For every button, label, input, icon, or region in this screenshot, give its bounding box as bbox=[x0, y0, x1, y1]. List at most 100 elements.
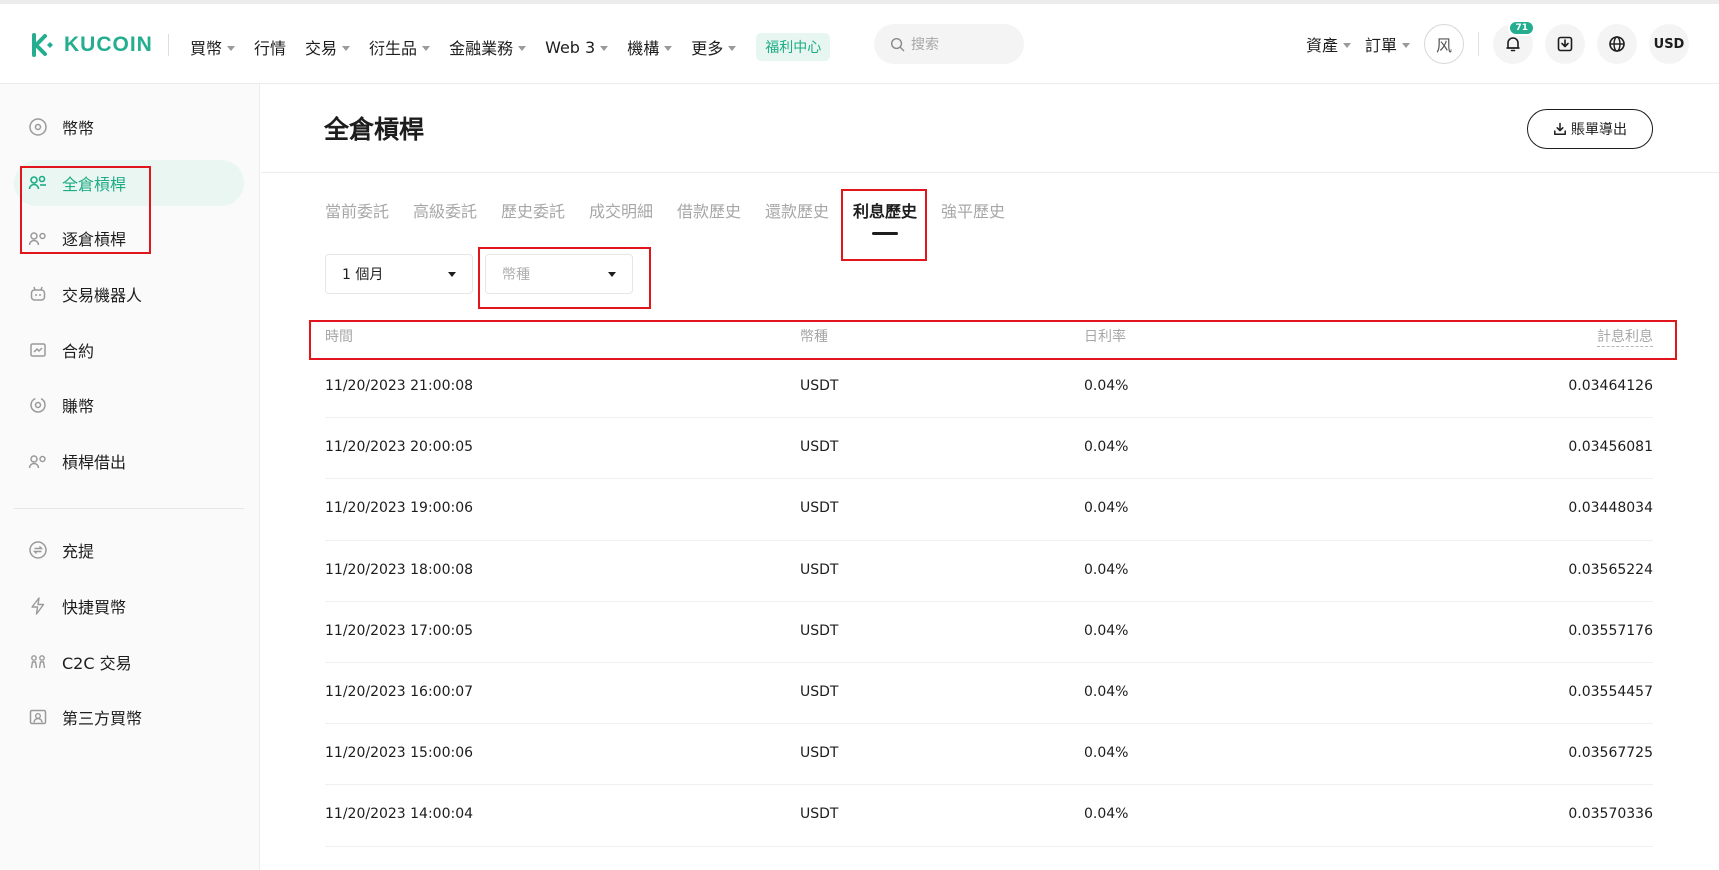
tab-advanced-orders[interactable]: 高級委託 bbox=[413, 198, 477, 222]
nav-item-markets[interactable]: 行情 bbox=[254, 35, 286, 59]
tab-interest-history[interactable]: 利息歷史 bbox=[853, 198, 917, 222]
sidebar-item-fast-buy[interactable]: 快捷買幣 bbox=[14, 583, 244, 629]
interest-table-body: 11/20/2023 21:00:08 USDT 0.04% 0.0346412… bbox=[325, 357, 1653, 847]
avatar[interactable]: 风 bbox=[1424, 24, 1464, 64]
lightning-icon bbox=[31, 597, 45, 615]
assets-label: 資產 bbox=[1305, 36, 1338, 55]
sidebar-item-label: 逐倉槓桿 bbox=[62, 230, 127, 249]
logo-text: KUCOIN bbox=[64, 33, 153, 56]
header-right: 資產 訂單 风 71 USD bbox=[1306, 20, 1689, 64]
cell-daily-rate: 0.04% bbox=[1084, 745, 1129, 762]
cell-interest: 0.03570336 bbox=[1568, 806, 1653, 823]
table-row: 11/20/2023 21:00:08 USDT 0.04% 0.0346412… bbox=[325, 357, 1653, 419]
logo-divider bbox=[168, 34, 169, 56]
kucoin-logo-icon bbox=[32, 33, 53, 57]
cell-time: 11/20/2023 17:00:05 bbox=[325, 622, 474, 639]
table-row: 11/20/2023 19:00:06 USDT 0.04% 0.0344803… bbox=[325, 479, 1653, 541]
cell-currency: USDT bbox=[800, 683, 839, 700]
cell-time: 11/20/2023 18:00:08 bbox=[325, 561, 474, 578]
nav-item-finance[interactable]: 金融業務 bbox=[449, 35, 527, 59]
deposit-withdraw-icon bbox=[29, 541, 47, 559]
currency-select[interactable]: 幣種 bbox=[485, 254, 633, 294]
sidebar-item-label: 充提 bbox=[62, 542, 95, 561]
table-row: 11/20/2023 18:00:08 USDT 0.04% 0.0356522… bbox=[325, 541, 1653, 602]
kucoin-logo[interactable]: KUCOIN bbox=[30, 32, 153, 58]
nav-item-web3[interactable]: Web 3 bbox=[545, 38, 609, 57]
sidebar-item-label: 槓桿借出 bbox=[62, 453, 127, 472]
nav-item-buy-crypto[interactable]: 買幣 bbox=[190, 35, 236, 59]
cell-interest: 0.03464126 bbox=[1568, 378, 1653, 394]
header-divider bbox=[1478, 32, 1479, 56]
sidebar-item-deposit-withdraw[interactable]: 充提 bbox=[14, 527, 244, 573]
orders-menu[interactable]: 訂單 bbox=[1365, 32, 1410, 56]
sidebar-item-label: 合約 bbox=[62, 342, 95, 361]
main-nav: 買幣 行情 交易 衍生品 金融業務 Web 3 機構 更多 福利中心 bbox=[190, 33, 831, 61]
sidebar-item-earn[interactable]: 賺幣 bbox=[14, 382, 244, 428]
cell-interest: 0.03565224 bbox=[1568, 561, 1653, 578]
welfare-center-button[interactable]: 福利中心 bbox=[756, 33, 831, 61]
download-app-button[interactable] bbox=[1545, 24, 1585, 64]
nav-item-derivatives[interactable]: 衍生品 bbox=[369, 35, 431, 59]
period-select[interactable]: 1 個月 bbox=[325, 254, 473, 294]
sidebar-item-spot[interactable]: 幣幣 bbox=[14, 104, 244, 150]
tab-borrow-history[interactable]: 借款歷史 bbox=[677, 198, 741, 222]
cell-currency: USDT bbox=[800, 745, 839, 762]
nav-item-more[interactable]: 更多 bbox=[691, 35, 737, 59]
caret-down-icon bbox=[1402, 42, 1410, 48]
tab-open-orders[interactable]: 當前委託 bbox=[325, 198, 389, 222]
caret-down-icon bbox=[664, 45, 673, 51]
nav-item-institutional[interactable]: 機構 bbox=[627, 35, 673, 59]
export-statement-button[interactable]: 賬單導出 bbox=[1527, 109, 1653, 149]
nav-item-trade[interactable]: 交易 bbox=[305, 35, 351, 59]
c2c-icon bbox=[30, 655, 46, 669]
tab-trade-history[interactable]: 成交明細 bbox=[589, 198, 653, 222]
sidebar-item-label: 幣幣 bbox=[62, 119, 95, 138]
nav-label: 交易 bbox=[305, 39, 338, 58]
tab-repay-history[interactable]: 還款歷史 bbox=[765, 198, 829, 222]
cell-time: 11/20/2023 16:00:07 bbox=[325, 683, 474, 700]
sidebar-item-third-party[interactable]: 第三方買幣 bbox=[14, 694, 244, 740]
column-header-interest[interactable]: 計息利息 bbox=[1597, 326, 1653, 347]
tab-liquidation-history[interactable]: 強平歷史 bbox=[941, 198, 1005, 222]
caret-down-icon bbox=[227, 45, 236, 51]
sidebar-item-label: 快捷買幣 bbox=[62, 598, 127, 617]
caret-down-icon bbox=[518, 45, 527, 51]
language-button[interactable] bbox=[1597, 24, 1637, 64]
search-box[interactable]: 搜索 bbox=[874, 24, 1024, 64]
caret-down-icon bbox=[448, 272, 456, 277]
sidebar-item-cross-margin[interactable]: 全倉槓桿 bbox=[14, 160, 244, 206]
cell-daily-rate: 0.04% bbox=[1084, 561, 1129, 578]
sidebar-item-trading-bot[interactable]: 交易機器人 bbox=[14, 271, 244, 317]
currency-button[interactable]: USD bbox=[1649, 24, 1689, 64]
cell-daily-rate: 0.04% bbox=[1084, 622, 1129, 639]
cell-currency: USDT bbox=[800, 561, 839, 578]
assets-menu[interactable]: 資產 bbox=[1306, 32, 1351, 56]
sidebar-item-margin-lending[interactable]: 槓桿借出 bbox=[14, 438, 244, 484]
sidebar: 幣幣 全倉槓桿 逐倉槓桿 交易機器人 合約 賺幣 槓桿借出 充提 快捷買幣 C2… bbox=[0, 84, 260, 870]
cell-time: 11/20/2023 21:00:08 bbox=[325, 378, 474, 394]
globe-icon bbox=[1609, 36, 1625, 52]
column-header-daily-rate: 日利率 bbox=[1084, 329, 1126, 345]
search-placeholder: 搜索 bbox=[911, 37, 939, 53]
cell-currency: USDT bbox=[800, 622, 839, 639]
nav-label: 金融業務 bbox=[449, 39, 514, 58]
column-header-time: 時間 bbox=[325, 329, 353, 345]
sidebar-item-isolated-margin[interactable]: 逐倉槓桿 bbox=[14, 215, 244, 261]
sidebar-divider bbox=[14, 508, 244, 509]
cell-daily-rate: 0.04% bbox=[1084, 683, 1129, 700]
sidebar-item-label: 交易機器人 bbox=[62, 286, 143, 305]
notification-button[interactable]: 71 bbox=[1493, 20, 1535, 64]
sidebar-item-futures[interactable]: 合約 bbox=[14, 327, 244, 373]
download-icon bbox=[1554, 122, 1566, 135]
sidebar-item-c2c[interactable]: C2C 交易 bbox=[14, 639, 244, 685]
table-row: 11/20/2023 14:00:04 USDT 0.04% 0.0357033… bbox=[325, 785, 1653, 847]
cell-currency: USDT bbox=[800, 806, 839, 823]
cell-interest: 0.03567725 bbox=[1568, 745, 1653, 762]
nav-label: 機構 bbox=[627, 39, 660, 58]
sidebar-item-label: 賺幣 bbox=[62, 397, 95, 416]
earn-icon bbox=[30, 397, 46, 413]
tab-order-history[interactable]: 歷史委託 bbox=[501, 198, 565, 222]
search-icon bbox=[890, 37, 905, 51]
caret-down-icon bbox=[600, 45, 609, 51]
nav-label: 行情 bbox=[254, 39, 287, 58]
